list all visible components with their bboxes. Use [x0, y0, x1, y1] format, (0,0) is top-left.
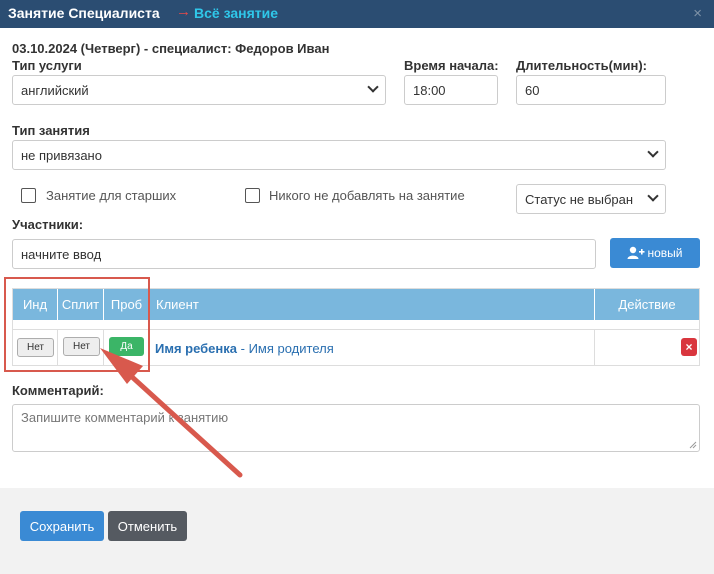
- modal-footer: Сохранить Отменить: [0, 488, 714, 574]
- save-button[interactable]: Сохранить: [20, 511, 104, 541]
- cancel-button[interactable]: Отменить: [108, 511, 187, 541]
